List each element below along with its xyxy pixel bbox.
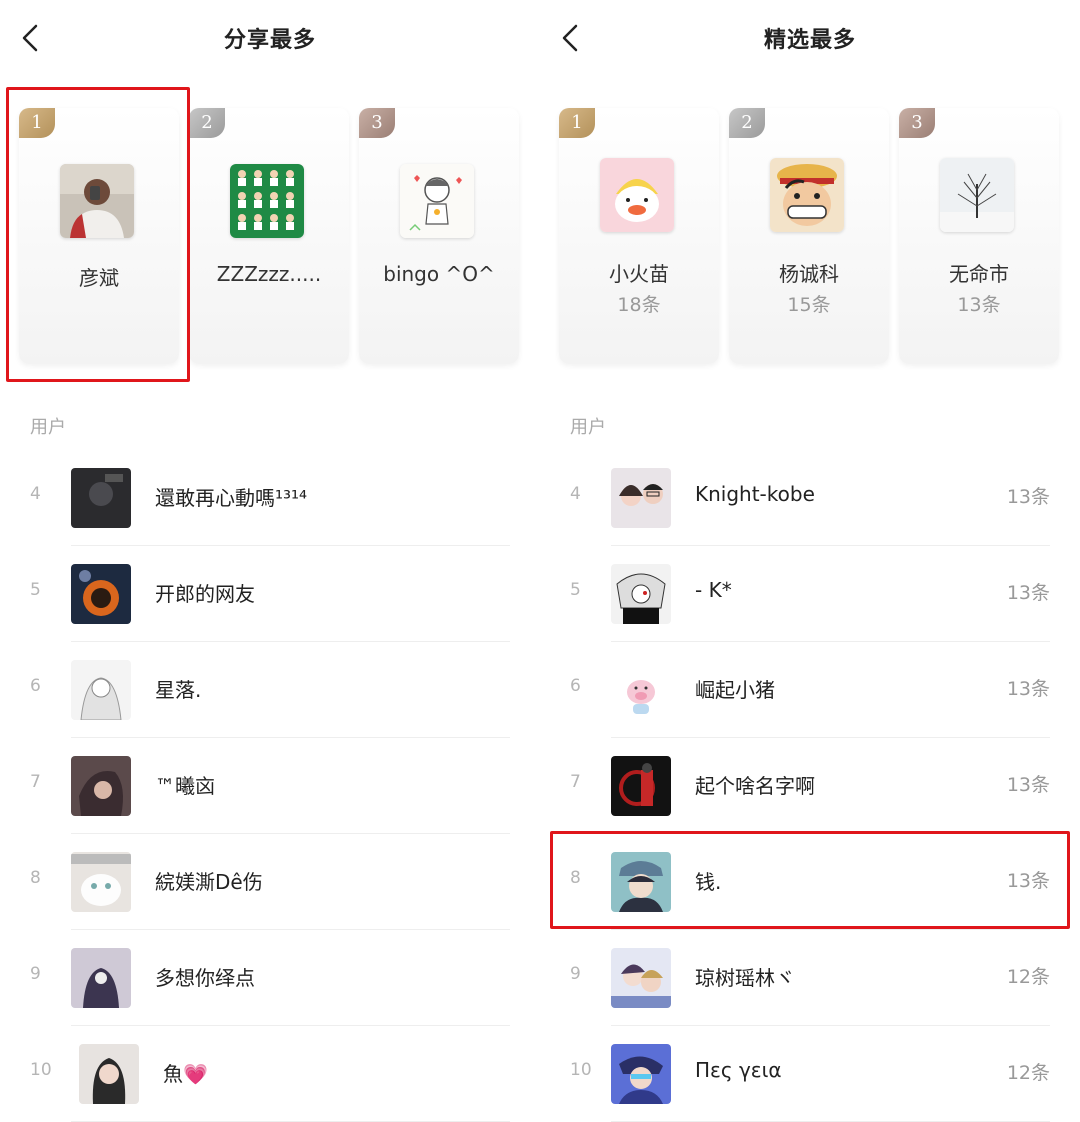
card-count: 18条 — [617, 294, 661, 316]
rank-badge: 1 — [19, 108, 55, 138]
rank-badge: 3 — [899, 108, 935, 138]
top-card-3[interactable]: 3 无命市 13条 — [899, 108, 1059, 364]
rank-number: 8 — [570, 868, 581, 888]
top-card-1[interactable]: 1 彦斌 — [19, 108, 179, 364]
rank-number: 8 — [30, 868, 41, 888]
user-name: - K* — [695, 578, 732, 602]
user-name: 起个啥名字啊 — [695, 774, 815, 798]
top-card-3[interactable]: 3 bingo ^O^ — [359, 108, 519, 364]
user-name: 多想你绎点 — [155, 966, 255, 990]
card-name: 杨诚科 — [779, 262, 839, 286]
user-count: 12条 — [1006, 1062, 1050, 1084]
avatar — [611, 468, 671, 528]
avatar — [611, 948, 671, 1008]
user-count: 13条 — [1006, 582, 1050, 604]
user-count: 13条 — [1006, 486, 1050, 508]
section-label: 用户 — [30, 417, 66, 438]
card-name: 无命市 — [949, 262, 1009, 286]
rank-badge: 1 — [559, 108, 595, 138]
user-count: 12条 — [1006, 966, 1050, 988]
page-title: 精选最多 — [763, 28, 856, 53]
rank-badge: 3 — [359, 108, 395, 138]
avatar — [611, 660, 671, 720]
avatar — [611, 564, 671, 624]
list-item[interactable]: 4 還敢再心動嗎¹³¹⁴ — [0, 450, 540, 546]
avatar — [71, 948, 131, 1008]
user-count: 13条 — [1006, 678, 1050, 700]
user-count: 13条 — [1006, 870, 1050, 892]
user-name: 琼树瑶林ヾ — [695, 966, 795, 990]
rank-number: 9 — [570, 964, 581, 984]
rank-number: 7 — [30, 772, 41, 792]
rank-number: 6 — [570, 676, 581, 696]
user-name: 开郎的网友 — [155, 582, 255, 606]
rank-number: 5 — [30, 580, 41, 600]
avatar — [71, 468, 131, 528]
avatar — [71, 564, 131, 624]
rank-number: 4 — [30, 484, 41, 504]
list-item[interactable]: 6 星落. — [0, 642, 540, 738]
card-count: 15条 — [787, 294, 831, 316]
user-name: 钱. — [695, 870, 722, 894]
list-item[interactable]: 8 钱. 13条 — [540, 834, 1080, 930]
list-item[interactable]: 10 Πες γεια 12条 — [540, 1026, 1080, 1122]
left-panel: 分享最多 1 彦斌 2 ZZZzzz..... 3 bingo ^O^ 用户 4… — [0, 0, 540, 1122]
avatar — [71, 852, 131, 912]
avatar — [400, 164, 474, 238]
rank-number: 7 — [570, 772, 581, 792]
avatar — [940, 158, 1014, 232]
rank-badge: 2 — [189, 108, 225, 138]
user-name: 綄媄澌Dê伤 — [155, 870, 263, 894]
user-name: Knight-kobe — [695, 482, 815, 506]
avatar — [71, 756, 131, 816]
avatar — [611, 756, 671, 816]
list-item[interactable]: 7 ™曦㐫 — [0, 738, 540, 834]
rank-number: 10 — [30, 1060, 52, 1080]
list-item[interactable]: 8 綄媄澌Dê伤 — [0, 834, 540, 930]
rank-number: 5 — [570, 580, 581, 600]
avatar — [600, 158, 674, 232]
avatar — [71, 660, 131, 720]
list-item[interactable]: 10 魚💗 — [0, 1026, 540, 1122]
list-item[interactable]: 6 崛起小猪 13条 — [540, 642, 1080, 738]
user-name: 崛起小猪 — [695, 678, 775, 702]
card-name: bingo ^O^ — [383, 262, 495, 286]
card-name: 小火苗 — [609, 262, 669, 286]
list-item[interactable]: 5 开郎的网友 — [0, 546, 540, 642]
rank-badge: 2 — [729, 108, 765, 138]
card-name: 彦斌 — [79, 266, 119, 290]
list-item[interactable]: 9 琼树瑶林ヾ 12条 — [540, 930, 1080, 1026]
avatar — [611, 852, 671, 912]
right-panel: 精选最多 1 小火苗 18条 2 杨诚科 15条 3 无命市 13条 用户 4 … — [540, 0, 1080, 1122]
user-name: 魚💗 — [163, 1062, 208, 1086]
avatar — [611, 1044, 671, 1104]
avatar — [770, 158, 844, 232]
rank-number: 4 — [570, 484, 581, 504]
user-name: Πες γεια — [695, 1058, 782, 1082]
page-title: 分享最多 — [223, 28, 316, 53]
top-card-2[interactable]: 2 杨诚科 15条 — [729, 108, 889, 364]
avatar — [230, 164, 304, 238]
user-name: 星落. — [155, 678, 202, 702]
card-name: ZZZzzz..... — [216, 262, 322, 286]
avatar — [79, 1044, 139, 1104]
list-item[interactable]: 5 - K* 13条 — [540, 546, 1080, 642]
list-item[interactable]: 7 起个啥名字啊 13条 — [540, 738, 1080, 834]
rank-number: 10 — [570, 1060, 592, 1080]
list-item[interactable]: 9 多想你绎点 — [0, 930, 540, 1026]
top-card-2[interactable]: 2 ZZZzzz..... — [189, 108, 349, 364]
list-item[interactable]: 4 Knight-kobe 13条 — [540, 450, 1080, 546]
top-card-1[interactable]: 1 小火苗 18条 — [559, 108, 719, 364]
card-count: 13条 — [957, 294, 1001, 316]
user-name: ™曦㐫 — [155, 774, 215, 798]
user-count: 13条 — [1006, 774, 1050, 796]
rank-number: 6 — [30, 676, 41, 696]
user-name: 還敢再心動嗎¹³¹⁴ — [155, 486, 308, 510]
section-label: 用户 — [570, 417, 606, 438]
rank-number: 9 — [30, 964, 41, 984]
avatar — [60, 164, 134, 238]
